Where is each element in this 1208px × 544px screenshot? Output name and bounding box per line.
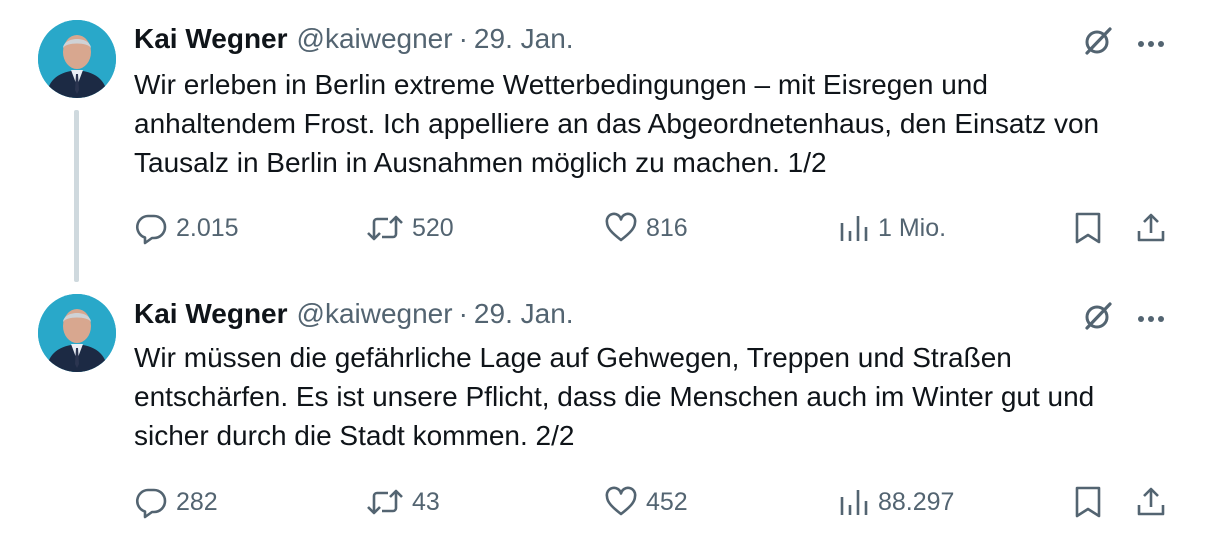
repost-button[interactable]: 520 (366, 208, 454, 248)
views-count: 88.297 (878, 487, 955, 516)
like-button[interactable]: 816 (604, 208, 688, 248)
more-options-icon[interactable] (1136, 311, 1166, 329)
more-options-icon[interactable] (1136, 36, 1166, 54)
author-name[interactable]: Kai Wegner (134, 23, 288, 55)
reply-button[interactable]: 282 (134, 482, 218, 522)
separator-dot: · (458, 23, 468, 54)
tweet-text: Wir müssen die gefährliche Lage auf Gehw… (134, 342, 1095, 451)
avatar[interactable] (38, 20, 116, 98)
reply-icon (136, 488, 167, 519)
tweet-actions: 282 43 452 88.297 (0, 482, 1208, 522)
reply-count: 282 (176, 487, 218, 516)
tweet-date[interactable]: 29. Jan. (474, 23, 574, 55)
avatar-portrait-image (38, 294, 116, 372)
share-icon (1137, 213, 1165, 242)
like-count: 452 (646, 487, 688, 516)
repost-button[interactable]: 43 (366, 482, 440, 522)
repost-count: 43 (412, 487, 440, 516)
bookmark-icon (1075, 212, 1101, 244)
share-button[interactable] (1134, 482, 1168, 522)
grok-icon[interactable] (1080, 299, 1114, 338)
like-count: 816 (646, 213, 688, 242)
separator-dot: · (458, 298, 468, 329)
heart-icon (605, 212, 637, 242)
bookmark-button[interactable] (1073, 208, 1103, 248)
share-button[interactable] (1134, 208, 1168, 248)
thread-connector-line (74, 110, 79, 282)
tweet-header: Kai Wegner @kaiwegner · 29. Jan. (134, 21, 574, 57)
bookmark-icon (1075, 486, 1101, 518)
views-button[interactable]: 88.297 (838, 482, 954, 522)
avatar-portrait-image (38, 20, 116, 98)
bar-chart-icon (840, 216, 868, 241)
bar-chart-icon (840, 490, 868, 515)
avatar[interactable] (38, 294, 116, 372)
author-handle[interactable]: @kaiwegner (297, 298, 453, 330)
repost-icon (367, 215, 403, 241)
repost-count: 520 (412, 213, 454, 242)
author-handle[interactable]: @kaiwegner (297, 23, 453, 55)
author-name[interactable]: Kai Wegner (134, 298, 288, 330)
tweet-date[interactable]: 29. Jan. (474, 298, 574, 330)
views-button[interactable]: 1 Mio. (838, 208, 946, 248)
like-button[interactable]: 452 (604, 482, 688, 522)
reply-count: 2.015 (176, 213, 239, 242)
bookmark-button[interactable] (1073, 482, 1103, 522)
reply-icon (136, 214, 167, 245)
tweet-header: Kai Wegner @kaiwegner · 29. Jan. (134, 296, 574, 332)
reply-button[interactable]: 2.015 (134, 208, 239, 248)
repost-icon (367, 489, 403, 515)
heart-icon (605, 486, 637, 516)
grok-icon[interactable] (1080, 24, 1114, 63)
share-icon (1137, 487, 1165, 516)
tweet-text: Wir erleben in Berlin extreme Wetterbedi… (134, 69, 1100, 178)
tweet-actions: 2.015 520 816 1 Mio. (0, 208, 1208, 248)
views-count: 1 Mio. (878, 213, 947, 242)
